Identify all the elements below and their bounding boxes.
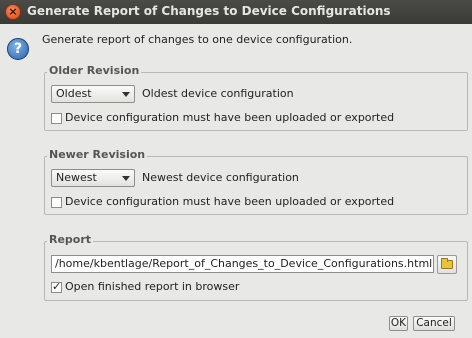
report-path-input[interactable]: /home/kbentlage/Report_of_Changes_to_Dev… xyxy=(51,255,434,273)
newer-revision-select-value: Newest xyxy=(56,171,97,184)
report-group: Report /home/kbentlage/Report_of_Changes… xyxy=(44,233,468,301)
older-uploaded-checkbox[interactable] xyxy=(51,113,62,124)
older-uploaded-label: Device configuration must have been uplo… xyxy=(65,111,395,124)
older-revision-label: Oldest device configuration xyxy=(142,87,294,100)
close-icon: × xyxy=(8,5,18,18)
newer-revision-label: Newest device configuration xyxy=(142,171,299,184)
open-in-browser-label: Open finished report in browser xyxy=(65,280,240,293)
newer-uploaded-label: Device configuration must have been uplo… xyxy=(65,195,395,208)
title-bar: × Generate Report of Changes to Device C… xyxy=(0,0,472,24)
cancel-button[interactable]: Cancel xyxy=(413,316,455,331)
ok-button[interactable]: OK xyxy=(389,316,408,331)
older-revision-select[interactable]: Oldest xyxy=(51,85,135,103)
newer-revision-select[interactable]: Newest xyxy=(51,169,135,187)
window-title: Generate Report of Changes to Device Con… xyxy=(27,4,391,18)
open-in-browser-checkbox[interactable] xyxy=(51,280,62,293)
newer-uploaded-checkbox[interactable] xyxy=(51,197,62,208)
older-revision-select-value: Oldest xyxy=(56,87,92,100)
chevron-down-icon xyxy=(122,176,130,181)
newer-revision-group: Newer Revision Newest Newest device conf… xyxy=(44,148,468,215)
browse-button[interactable] xyxy=(437,255,457,274)
folder-icon xyxy=(441,258,453,269)
help-icon: ? xyxy=(7,38,29,60)
intro-text: Generate report of changes to one device… xyxy=(42,33,353,46)
close-button[interactable]: × xyxy=(5,4,21,20)
older-revision-group: Older Revision Oldest Oldest device conf… xyxy=(44,64,468,131)
chevron-down-icon xyxy=(122,92,130,97)
